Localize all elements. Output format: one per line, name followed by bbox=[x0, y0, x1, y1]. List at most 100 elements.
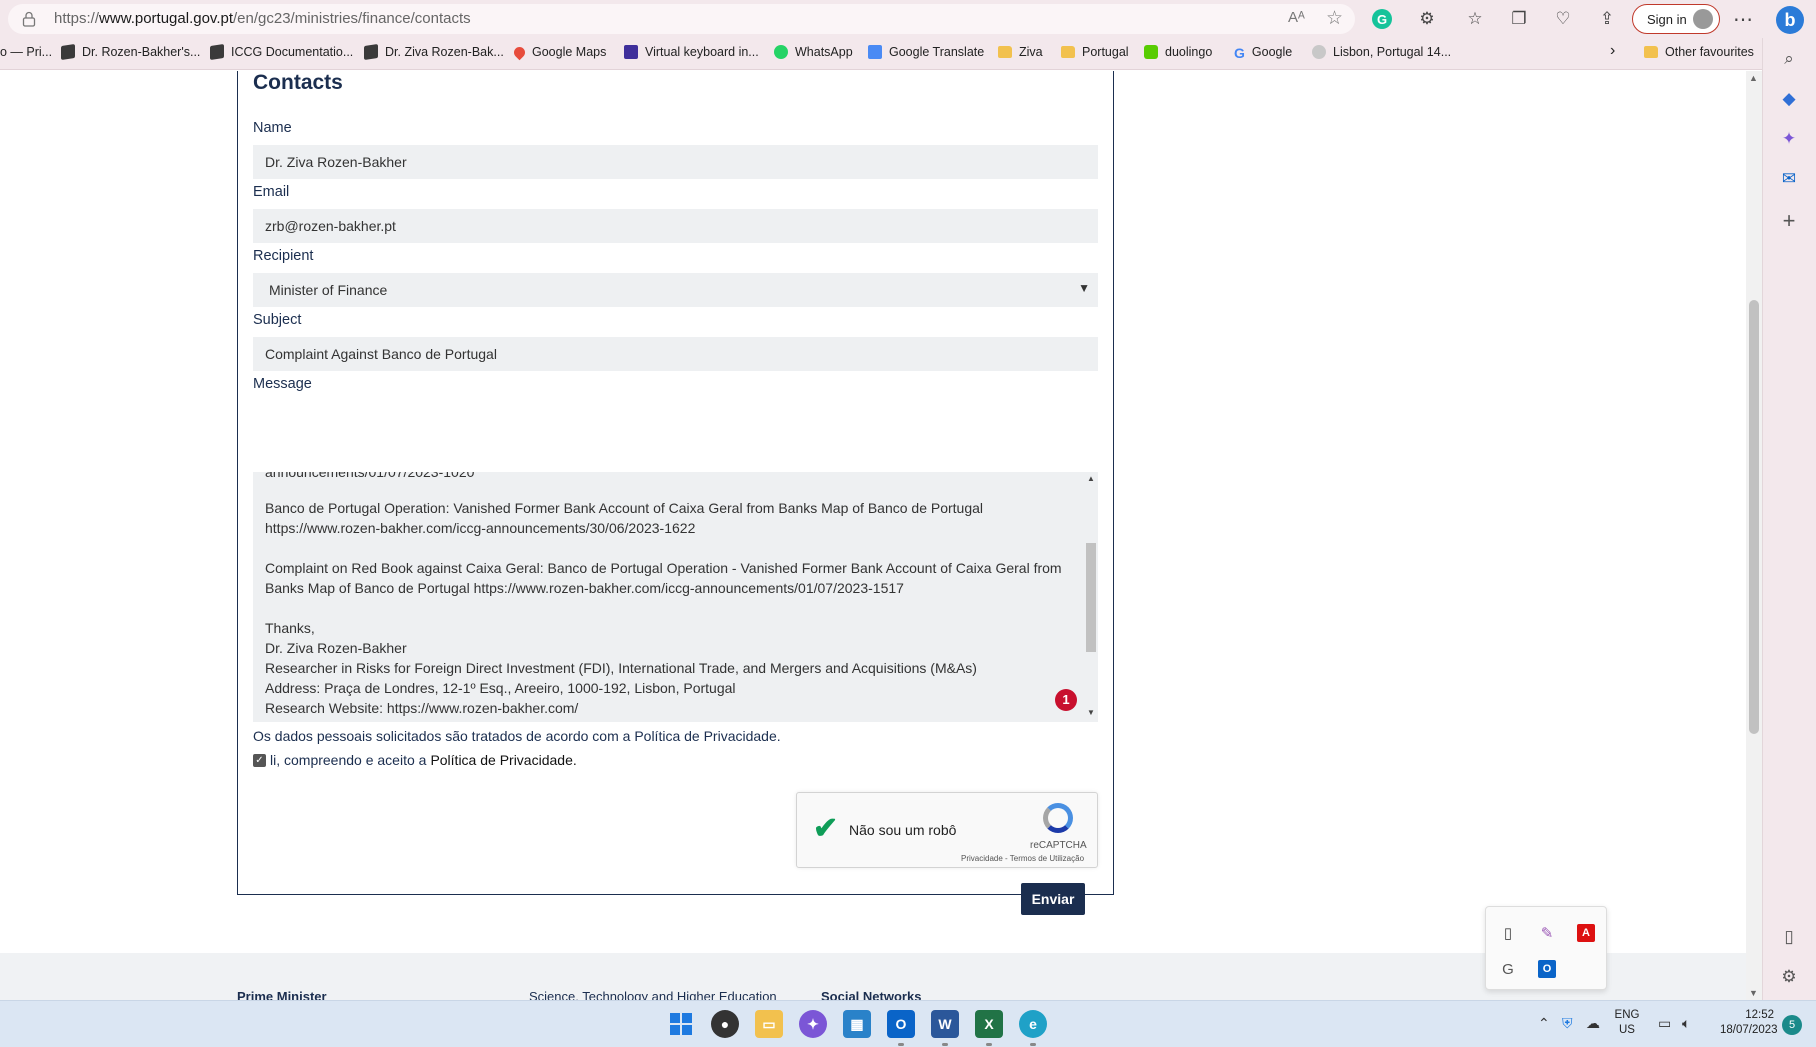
scroll-down-arrow-icon[interactable]: ▼ bbox=[1087, 708, 1095, 717]
onedrive-cloud-icon[interactable]: ☁ bbox=[1586, 1015, 1600, 1032]
acrobat-icon[interactable]: A bbox=[1577, 924, 1595, 942]
bookmark-item[interactable]: Portugal bbox=[1061, 45, 1129, 59]
obs-icon[interactable]: ● bbox=[711, 1010, 739, 1038]
notification-badge[interactable]: 5 bbox=[1782, 1015, 1802, 1035]
other-favourites-folder[interactable]: Other favourites bbox=[1644, 45, 1754, 59]
more-menu-icon[interactable]: ⋯ bbox=[1732, 8, 1754, 31]
bookmark-item[interactable]: Dr. Ziva Rozen-Bak... bbox=[364, 44, 504, 60]
scroll-down-arrow-icon[interactable]: ▼ bbox=[1749, 988, 1758, 998]
tray-chevron-up-icon[interactable]: ⌃ bbox=[1538, 1015, 1550, 1032]
bookmark-item[interactable]: Virtual keyboard in... bbox=[624, 45, 759, 59]
folder-icon bbox=[998, 46, 1012, 58]
performance-heart-icon[interactable]: ♡ bbox=[1552, 8, 1574, 30]
favorite-star-icon[interactable]: ☆ bbox=[1326, 7, 1343, 30]
bookmark-item[interactable]: G Google bbox=[1234, 45, 1292, 61]
scrollbar-thumb[interactable] bbox=[1086, 543, 1096, 652]
file-explorer-icon[interactable]: ▭ bbox=[755, 1010, 783, 1038]
outlook-taskbar-icon[interactable]: O bbox=[887, 1010, 915, 1038]
copilot-taskbar-icon[interactable]: ✦ bbox=[799, 1010, 827, 1038]
word-icon[interactable]: W bbox=[931, 1010, 959, 1038]
windows-taskbar: ● ▭ ✦ ▦ O W X e ⌃ ⛨ ☁ ENG US ▭ 🔈︎ 12:52 … bbox=[0, 1000, 1816, 1047]
sidebar-shopping-tag-icon[interactable]: ◆ bbox=[1778, 88, 1800, 110]
lock-icon[interactable] bbox=[22, 11, 36, 27]
excel-icon[interactable]: X bbox=[975, 1010, 1003, 1038]
scroll-up-arrow-icon[interactable]: ▲ bbox=[1749, 73, 1758, 83]
recaptcha-links[interactable]: Privacidade - Termos de Utilização bbox=[961, 854, 1084, 863]
sidebar-outlook-icon[interactable]: ✉ bbox=[1778, 168, 1800, 190]
bookmark-item[interactable]: Google Maps bbox=[511, 44, 606, 60]
favorites-icon[interactable]: ☆ bbox=[1464, 8, 1486, 30]
recipient-select[interactable]: Minister of Finance ▼ bbox=[253, 273, 1098, 307]
message-line: Thanks, bbox=[265, 620, 315, 636]
page-scrollbar[interactable]: ▲ ▼ bbox=[1746, 71, 1762, 1000]
subject-input[interactable]: Complaint Against Banco de Portugal bbox=[253, 337, 1098, 371]
checkmark-icon[interactable]: ✔ bbox=[813, 811, 838, 846]
grammarly-issue-badge[interactable]: 1 bbox=[1055, 689, 1077, 711]
system-clock[interactable]: 12:52 18/07/2023 bbox=[1720, 1008, 1778, 1038]
bookmark-label: Ziva bbox=[1019, 45, 1043, 59]
bing-copilot-icon[interactable]: b bbox=[1776, 6, 1804, 34]
bookmark-item[interactable]: duolingo bbox=[1144, 45, 1212, 59]
input-language-indicator[interactable]: ENG US bbox=[1613, 1008, 1641, 1038]
network-icon[interactable]: ▭ bbox=[1658, 1015, 1671, 1032]
sidebar-settings-gear-icon[interactable]: ⚙ bbox=[1778, 966, 1800, 988]
name-input[interactable]: Dr. Ziva Rozen-Bakher bbox=[253, 145, 1098, 179]
sidebar-search-icon[interactable]: ⌕ bbox=[1778, 48, 1800, 70]
usb-device-icon[interactable]: ▯ bbox=[1496, 921, 1520, 945]
google-translate-icon bbox=[868, 45, 882, 59]
bookmark-label: duolingo bbox=[1165, 45, 1213, 59]
message-line: Researcher in Risks for Foreign Direct I… bbox=[265, 660, 977, 676]
email-input[interactable]: zrb@rozen-bakher.pt bbox=[253, 209, 1098, 243]
edge-browser-icon[interactable]: e bbox=[1019, 1010, 1047, 1038]
volume-icon[interactable]: 🔈︎ bbox=[1682, 1015, 1690, 1032]
address-bar[interactable]: https://www.portugal.gov.pt/en/gc23/mini… bbox=[8, 4, 1355, 34]
running-indicator bbox=[986, 1043, 992, 1046]
footer-link-prime-minister[interactable]: Prime Minister bbox=[237, 989, 327, 1000]
consent-text: li, compreendo e aceito a bbox=[270, 752, 427, 768]
duolingo-icon bbox=[1144, 45, 1158, 59]
url-domain: www.portugal.gov.pt bbox=[99, 10, 233, 27]
sidebar-copilot-icon[interactable]: ✦ bbox=[1778, 128, 1800, 150]
clock-date: 18/07/2023 bbox=[1720, 1024, 1778, 1036]
message-scrollbar[interactable]: ▲ ▼ bbox=[1084, 472, 1098, 722]
grammarly-extension-icon[interactable]: G bbox=[1372, 9, 1392, 29]
url-text[interactable]: https://www.portugal.gov.pt/en/gc23/mini… bbox=[54, 10, 471, 27]
share-icon[interactable]: ⇪ bbox=[1596, 8, 1618, 30]
message-line: Complaint on Red Book against Caixa Gera… bbox=[265, 560, 1062, 576]
cube-icon bbox=[210, 44, 224, 60]
read-aloud-icon[interactable]: Aᴬ bbox=[1288, 9, 1305, 26]
bookmark-item[interactable]: Ziva bbox=[998, 45, 1043, 59]
bookmark-item[interactable]: Dr. Rozen-Bakher's... bbox=[61, 44, 200, 60]
recaptcha-brand: reCAPTCHA bbox=[1030, 840, 1087, 851]
consent-checkbox[interactable]: ✓ bbox=[253, 753, 266, 767]
bookmark-item[interactable]: WhatsApp bbox=[774, 45, 853, 59]
name-label: Name bbox=[253, 120, 292, 136]
privacy-policy-link[interactable]: Política de Privacidade. bbox=[430, 752, 576, 768]
page-scrollbar-thumb[interactable] bbox=[1749, 300, 1759, 734]
bookmark-item[interactable]: Lisbon, Portugal 14... bbox=[1312, 45, 1451, 59]
sign-in-button[interactable]: Sign in bbox=[1632, 4, 1720, 34]
outlook-tray-icon[interactable]: O bbox=[1538, 960, 1556, 978]
tray-overflow-popup: ▯ ✎ A G O bbox=[1485, 906, 1607, 990]
bookmark-item[interactable]: o — Pri... bbox=[0, 45, 52, 59]
sidebar-panel-icon[interactable]: ▯ bbox=[1778, 926, 1800, 948]
pen-icon[interactable]: ✎ bbox=[1535, 921, 1559, 945]
grammarly-tray-icon[interactable]: G bbox=[1496, 957, 1520, 981]
lang-code: ENG bbox=[1614, 1009, 1640, 1021]
windows-start-icon[interactable] bbox=[667, 1010, 695, 1038]
store-icon[interactable]: ▦ bbox=[843, 1010, 871, 1038]
bookmarks-bar: o — Pri... Dr. Rozen-Bakher's... ICCG Do… bbox=[0, 38, 1762, 70]
message-textarea[interactable]: announcements/01/07/2023-1020 Banco de P… bbox=[253, 472, 1098, 722]
sidebar-add-icon[interactable]: + bbox=[1778, 208, 1800, 233]
send-button[interactable]: Enviar bbox=[1021, 883, 1085, 915]
security-shield-icon[interactable]: ⛨ bbox=[1562, 1015, 1573, 1032]
message-line: announcements/01/07/2023-1020 bbox=[265, 472, 475, 480]
bookmark-item[interactable]: Google Translate bbox=[868, 45, 984, 59]
scroll-up-arrow-icon[interactable]: ▲ bbox=[1087, 474, 1095, 483]
collections-icon[interactable]: ❐ bbox=[1508, 8, 1530, 30]
running-indicator bbox=[1030, 1043, 1036, 1046]
footer-link-science[interactable]: Science, Technology and Higher Education bbox=[529, 989, 777, 1000]
bookmark-item[interactable]: ICCG Documentatio... bbox=[210, 44, 353, 60]
extensions-puzzle-icon[interactable]: ⚙ bbox=[1416, 8, 1438, 30]
bookmarks-more-chevron-icon[interactable]: › bbox=[1610, 42, 1615, 60]
